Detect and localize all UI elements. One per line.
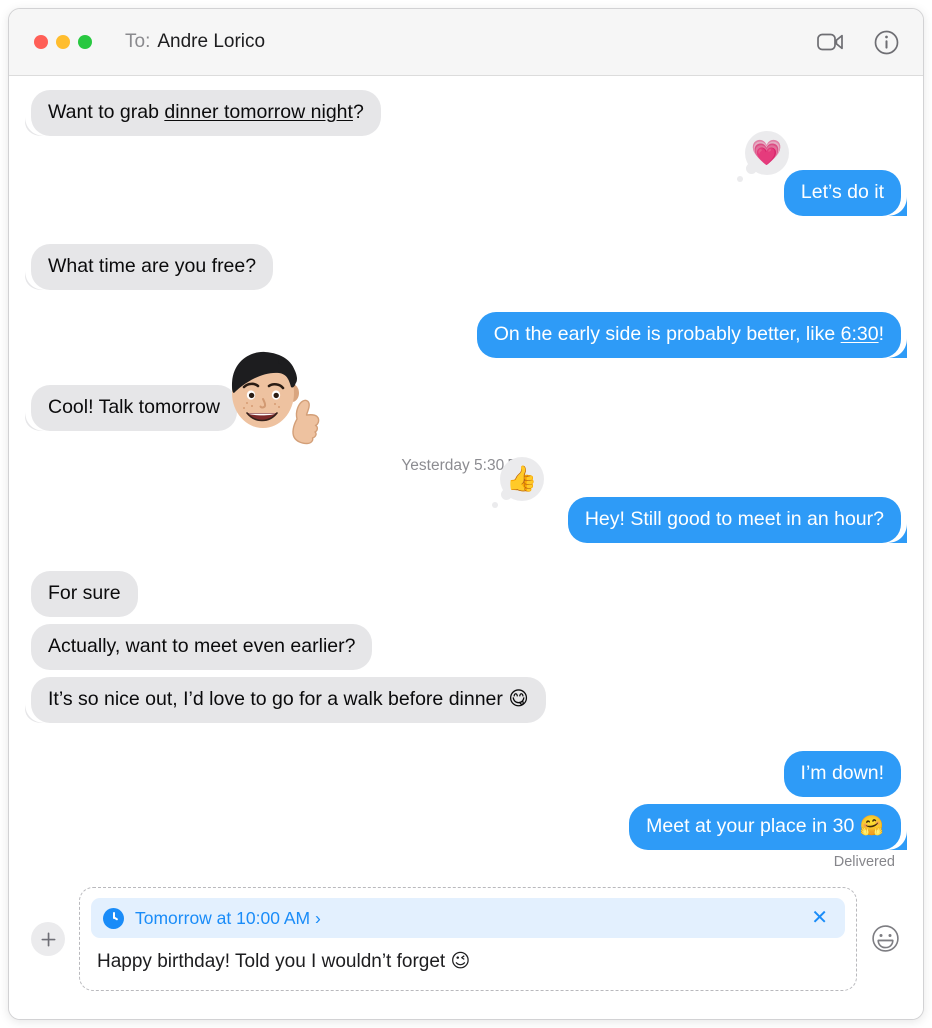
message-bubble-outgoing[interactable]: Let’s do it: [783, 170, 901, 216]
message-bubble-outgoing[interactable]: On the early side is probably better, li…: [476, 312, 901, 358]
message-bubble-outgoing[interactable]: Meet at your place in 30 🤗: [629, 804, 901, 850]
message-row: For sure: [31, 571, 901, 617]
titlebar-actions: [815, 27, 901, 57]
tapback-dot-small: [492, 502, 498, 508]
scheduled-send-chip[interactable]: Tomorrow at 10:00 AM › ✕: [91, 898, 845, 938]
message-bubble-incoming[interactable]: It’s so nice out, I’d love to go for a w…: [31, 677, 546, 723]
message-row: On the early side is probably better, li…: [31, 312, 901, 358]
window-titlebar: To: Andre Lorico: [9, 9, 923, 76]
maximize-window-button[interactable]: [78, 35, 92, 49]
message-row: I’m down!: [31, 751, 901, 797]
message-bubble-incoming[interactable]: Actually, want to meet even earlier?: [31, 624, 373, 670]
message-text: On the early side is probably better, li…: [493, 323, 841, 345]
emoji-picker-icon[interactable]: [871, 924, 901, 954]
recipient-name: Andre Lorico: [157, 31, 266, 52]
tapback-emoji: 👍: [506, 464, 538, 493]
recipient-field[interactable]: To: Andre Lorico: [125, 31, 265, 53]
facetime-video-icon[interactable]: [815, 27, 845, 57]
message-bubble-incoming[interactable]: Cool! Talk tomorrow: [31, 385, 237, 431]
messages-window: To: Andre Lorico Want to grab dinner tom…: [8, 8, 924, 1020]
traffic-lights: [34, 35, 92, 49]
close-window-button[interactable]: [34, 35, 48, 49]
message-bubble-outgoing[interactable]: Hey! Still good to meet in an hour?: [567, 497, 901, 543]
close-icon[interactable]: ✕: [808, 908, 831, 928]
compose-bar: Tomorrow at 10:00 AM › ✕ Happy birthday!…: [9, 869, 923, 1019]
message-row: Actually, want to meet even earlier?: [31, 624, 901, 670]
tapback-emoji: 💗: [751, 138, 783, 167]
message-text-tail: ?: [352, 101, 364, 123]
add-attachment-button[interactable]: [31, 922, 65, 956]
scheduled-send-time[interactable]: Tomorrow at 10:00 AM ›: [135, 908, 797, 929]
details-info-icon[interactable]: [871, 27, 901, 57]
message-row: 💗 Let’s do it: [31, 131, 901, 216]
conversation-thread[interactable]: Want to grab dinner tomorrow night? 💗 Le…: [9, 76, 923, 869]
message-compose-field[interactable]: Tomorrow at 10:00 AM › ✕ Happy birthday!…: [79, 887, 857, 991]
heart-tapback[interactable]: 💗: [737, 131, 789, 182]
message-row: Cool! Talk tomorrow: [31, 351, 901, 445]
message-bubble-incoming[interactable]: Want to grab dinner tomorrow night?: [31, 90, 381, 136]
tapback-dot-small: [737, 176, 743, 182]
message-row: Want to grab dinner tomorrow night?: [31, 90, 901, 136]
message-bubble-incoming[interactable]: For sure: [31, 571, 138, 617]
message-text-tail: !: [878, 323, 884, 345]
message-link[interactable]: 6:30: [841, 323, 879, 345]
message-link[interactable]: dinner tomorrow night: [164, 101, 353, 123]
tapback-dot-large: [746, 163, 757, 174]
to-label: To:: [125, 31, 151, 52]
thumbs-up-tapback[interactable]: 👍: [492, 457, 544, 508]
minimize-window-button[interactable]: [56, 35, 70, 49]
message-row: 👍 Hey! Still good to meet in an hour?: [31, 457, 901, 543]
message-bubble-outgoing[interactable]: I’m down!: [783, 751, 901, 797]
message-bubble-incoming[interactable]: What time are you free?: [31, 244, 274, 290]
clock-icon: [103, 907, 124, 929]
tapback-dot-large: [501, 489, 512, 500]
delivery-status: Delivered: [833, 854, 895, 869]
memoji-thumbs-up-sticker[interactable]: [217, 341, 325, 451]
message-row: Meet at your place in 30 🤗: [31, 804, 901, 850]
message-text: Want to grab: [48, 101, 165, 123]
message-input-text[interactable]: Happy birthday! Told you I wouldn’t forg…: [91, 944, 845, 981]
message-row: What time are you free?: [31, 244, 901, 290]
date-divider: Yesterday 5:30 PM: [401, 457, 531, 474]
message-row: It’s so nice out, I’d love to go for a w…: [31, 677, 901, 723]
